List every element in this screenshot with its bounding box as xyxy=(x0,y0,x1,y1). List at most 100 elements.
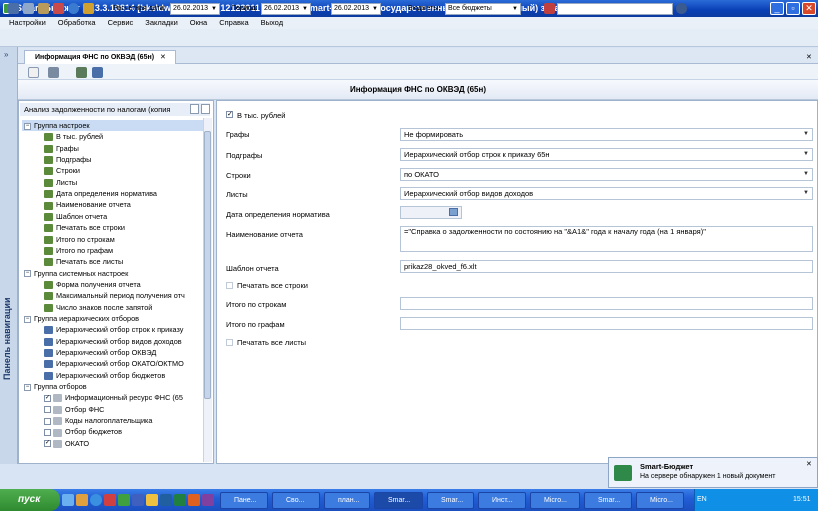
tree-item[interactable]: Иерархический отбор видов доходов xyxy=(22,336,203,347)
desktop-icon[interactable] xyxy=(62,494,74,506)
tree-item[interactable]: Дата определения норматива xyxy=(22,188,203,199)
collapse-icon[interactable]: − xyxy=(24,122,31,130)
tree-group[interactable]: − Группа иерархических отборов xyxy=(22,313,203,324)
restore-button[interactable]: ▫ xyxy=(786,2,800,15)
grid-icon[interactable] xyxy=(23,3,34,14)
app-icon[interactable] xyxy=(104,494,116,506)
tree-item[interactable]: Итого по строкам xyxy=(22,234,203,245)
collapse-icon[interactable]: − xyxy=(24,270,31,278)
tree-item[interactable]: Отбор ФНС xyxy=(22,404,203,415)
menu-help[interactable]: Справка xyxy=(219,18,248,27)
chevron-down-icon[interactable]: ▼ xyxy=(803,129,809,140)
template-field[interactable]: prikaz28_okved_f6.xlt xyxy=(400,260,813,273)
print-sheets-checkbox[interactable] xyxy=(226,339,233,346)
taskbar-button[interactable]: Smar... xyxy=(427,492,474,509)
users-icon[interactable] xyxy=(83,3,94,14)
tree-item[interactable]: Иерархический отбор строк к приказу xyxy=(22,324,203,335)
app-icon[interactable] xyxy=(188,494,200,506)
language-indicator[interactable]: EN xyxy=(697,496,707,503)
taskbar-button[interactable]: Micro... xyxy=(636,492,684,509)
menu-processing[interactable]: Обработка xyxy=(58,18,96,27)
budgets-select[interactable]: Все бюджеты ▼ xyxy=(445,3,521,15)
document-icon[interactable] xyxy=(190,104,199,114)
taskbar-button[interactable]: Micro... xyxy=(530,492,580,509)
navigation-panel[interactable] xyxy=(0,47,18,464)
print-icon[interactable] xyxy=(53,3,64,14)
close-button[interactable]: ✕ xyxy=(802,2,816,15)
tree-item[interactable]: ✓ Информационный ресурс ФНС (65 xyxy=(22,392,203,403)
collapse-icon[interactable]: − xyxy=(24,383,31,391)
print-rows-checkbox[interactable] xyxy=(226,282,233,289)
tree-item[interactable]: Графы xyxy=(22,143,203,154)
close-icon[interactable]: ✕ xyxy=(160,54,166,61)
new-document-icon[interactable] xyxy=(28,67,39,78)
tree-group[interactable]: − Группа системных настроек xyxy=(22,268,203,279)
tree-item[interactable]: Листы xyxy=(22,177,203,188)
total-cols-field[interactable] xyxy=(400,317,813,330)
tree-item[interactable]: Подграфы xyxy=(22,154,203,165)
menu-settings[interactable]: Настройки xyxy=(9,18,46,27)
taskbar-button[interactable]: Smar... xyxy=(584,492,632,509)
binoculars-icon[interactable] xyxy=(676,3,687,14)
browser-icon[interactable] xyxy=(90,494,102,506)
tree-item[interactable]: В тыс. рублей xyxy=(22,131,203,142)
tree-item[interactable]: Максимальный период получения отч xyxy=(22,290,203,301)
thousands-checkbox[interactable]: ✓ xyxy=(226,111,233,118)
norm-date-field[interactable] xyxy=(400,206,462,219)
flag-icon[interactable] xyxy=(544,3,555,14)
subgraphs-select[interactable]: Иерархический отбор строк к приказу 65н ▼ xyxy=(400,148,813,161)
word-icon[interactable] xyxy=(160,494,172,506)
chevron-down-icon[interactable]: ▼ xyxy=(512,4,518,14)
save-icon[interactable] xyxy=(38,3,49,14)
run-icon[interactable] xyxy=(76,67,87,78)
graphs-select[interactable]: Не формировать ▼ xyxy=(400,128,813,141)
period-from-field[interactable]: 26.02.2013 ▼ xyxy=(261,3,311,15)
calc-date-field[interactable]: 26.02.2013 ▼ xyxy=(170,3,220,15)
print-icon[interactable] xyxy=(48,67,59,78)
chevron-down-icon[interactable]: ▼ xyxy=(302,4,308,14)
tree-item[interactable]: Иерархический отбор ОКВЭД xyxy=(22,347,203,358)
minimize-button[interactable]: _ xyxy=(770,2,784,15)
tree-item[interactable]: Печатать все строки xyxy=(22,222,203,233)
tools-icon[interactable] xyxy=(8,3,19,14)
scrollbar-thumb[interactable] xyxy=(204,131,211,399)
tree-item-checkbox[interactable]: ✓ xyxy=(44,394,51,402)
tree-item[interactable]: ✓ ОКАТО xyxy=(22,438,203,449)
collapse-icon[interactable]: − xyxy=(24,315,31,323)
app-icon[interactable] xyxy=(146,494,158,506)
rows-select[interactable]: по ОКАТО ▼ xyxy=(400,168,813,181)
tab-fns-okved[interactable]: Информация ФНС по ОКВЭД (65н) ✕ xyxy=(24,50,176,64)
excel-icon[interactable] xyxy=(174,494,186,506)
tree-item[interactable]: Число знаков после запятой xyxy=(22,302,203,313)
tree-group[interactable]: − Группа отборов xyxy=(22,381,203,392)
start-button[interactable]: пуск xyxy=(0,489,60,511)
tree-item-checkbox[interactable] xyxy=(44,429,51,437)
taskbar-button[interactable]: план... xyxy=(324,492,370,509)
calendar-icon[interactable] xyxy=(449,208,458,216)
menu-exit[interactable]: Выход xyxy=(261,18,283,27)
tree-item[interactable]: Строки xyxy=(22,165,203,176)
sheets-select[interactable]: Иерархический отбор видов доходов ▼ xyxy=(400,187,813,200)
tree-item[interactable]: Форма получения отчета xyxy=(22,279,203,290)
tree-item[interactable]: Шаблон отчета xyxy=(22,211,203,222)
tree-item-checkbox[interactable] xyxy=(44,417,51,425)
period-to-field[interactable]: 26.02.2013 ▼ xyxy=(331,3,381,15)
menu-windows[interactable]: Окна xyxy=(190,18,207,27)
app-icon[interactable] xyxy=(132,494,144,506)
tree-item[interactable]: Отбор бюджетов xyxy=(22,426,203,437)
taskbar-button[interactable]: Пане... xyxy=(220,492,268,509)
tree-item-checkbox[interactable]: ✓ xyxy=(44,440,51,448)
taskbar-button[interactable]: Smar... xyxy=(374,492,423,509)
chevron-down-icon[interactable]: ▼ xyxy=(372,4,378,14)
chevron-down-icon[interactable]: ▼ xyxy=(211,4,217,14)
clock[interactable]: 15:51 xyxy=(793,489,811,511)
tree-item[interactable]: Наименование отчета xyxy=(22,199,203,210)
tree-item[interactable]: Коды налогоплательщика xyxy=(22,415,203,426)
report-name-field[interactable]: ="Справка о задолженности по состоянию н… xyxy=(400,226,813,252)
app-icon[interactable] xyxy=(202,494,214,506)
close-icon[interactable]: ✕ xyxy=(806,460,812,468)
close-icon[interactable]: ✕ xyxy=(806,53,812,61)
app-icon[interactable] xyxy=(118,494,130,506)
info-icon[interactable] xyxy=(68,3,79,14)
tools-icon[interactable] xyxy=(92,67,103,78)
